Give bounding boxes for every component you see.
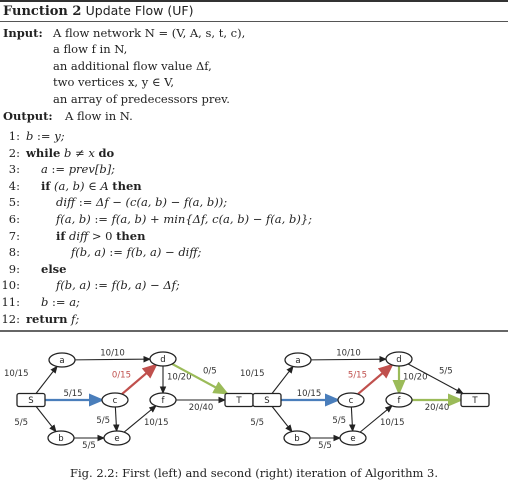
line-number: 2: <box>8 145 20 160</box>
output-label: Output: <box>3 109 53 123</box>
node-label: c <box>113 396 118 406</box>
node-label: a <box>295 356 300 366</box>
code-line: f(a, b) := f(a, b) + min{Δf, c(a, b) − f… <box>56 212 313 226</box>
input-line: an array of predecessors prev. <box>53 92 230 106</box>
edge-label: 5/5 <box>96 416 110 426</box>
node-label: b <box>58 434 63 444</box>
edge-S-a <box>271 365 294 394</box>
edge-label: 10/10 <box>336 349 361 359</box>
edge-c-e <box>348 406 356 433</box>
edge-label: 20/40 <box>189 403 214 413</box>
input-line: A flow network N = (V, A, s, t, c), <box>53 26 246 40</box>
bottom-rule <box>0 330 508 332</box>
line-number: 5: <box>8 195 20 210</box>
code-line: f(b, a) := f(b, a) − diff; <box>71 245 202 260</box>
edge-label: 10/15 <box>4 369 29 379</box>
line-number: 10: <box>1 278 20 293</box>
line-number: 6: <box>8 212 20 226</box>
edge-label: 10/20 <box>403 373 428 383</box>
code-line: while b ≠ x do <box>26 145 115 160</box>
edge-label: 5/5 <box>250 418 264 428</box>
edge-label: 5/5 <box>14 418 28 428</box>
figure-caption: Fig. 2.2: First (left) and second (right… <box>69 466 439 480</box>
line-number: 12: <box>1 311 20 326</box>
edge-label: 5/5 <box>82 441 96 451</box>
line-number: 1: <box>8 129 20 143</box>
input-line: an additional flow value Δf, <box>53 59 212 73</box>
edge-a-d <box>74 355 152 363</box>
edge-S-b <box>271 406 293 433</box>
edge-label: 5/5 <box>318 441 332 451</box>
line-number: 4: <box>8 178 20 193</box>
code-line: diff := Δf − (c(a, b) − f(a, b)); <box>56 195 228 210</box>
edge-label: 10/15 <box>240 369 265 379</box>
node-label: T <box>471 396 478 406</box>
node-label: T <box>235 396 242 406</box>
node-label: S <box>264 396 269 406</box>
code-line: if (a, b) ∈ A then <box>41 178 142 193</box>
code-line: a := prev[b]; <box>41 162 116 177</box>
input-line: two vertices x, y ∈ V, <box>53 75 175 89</box>
code-line: return f; <box>26 311 80 326</box>
edge-S-a <box>35 365 58 394</box>
input-label: Input: <box>3 26 43 40</box>
line-number: 3: <box>8 162 20 177</box>
edge-label: 10/15 <box>144 418 169 428</box>
algorithm-title: Function 2 Update Flow (UF) <box>3 3 193 19</box>
node-label: e <box>114 434 119 444</box>
edge-label: 5/5 <box>332 416 346 426</box>
code-line: else <box>41 261 67 276</box>
algorithm-name: Update Flow (UF) <box>85 3 194 18</box>
node-label: b <box>294 434 299 444</box>
algorithm-label: Function 2 <box>3 4 82 19</box>
edge-label: 0/5 <box>203 367 217 377</box>
edge-a-d <box>310 355 388 363</box>
edge-label: 5/15 <box>348 371 367 381</box>
output-text: A flow in N. <box>65 109 133 123</box>
line-number: 7: <box>8 228 20 243</box>
code-line: b := a; <box>41 295 80 309</box>
line-number: 8: <box>8 245 20 260</box>
line-number: 11: <box>1 295 20 309</box>
edge-label: 10/10 <box>100 349 125 359</box>
edge-label: 5/5 <box>439 367 453 377</box>
node-label: a <box>59 356 64 366</box>
code-line: b := y; <box>26 129 65 143</box>
node-label: d <box>160 355 165 365</box>
top-rule <box>0 0 508 2</box>
edge-label: 0/15 <box>112 371 131 381</box>
edge-c-e <box>112 406 120 433</box>
edge-label: 10/15 <box>297 389 322 399</box>
edge-S-b <box>35 406 57 433</box>
edge-label: 5/15 <box>63 389 82 399</box>
title-rule <box>0 21 508 22</box>
code-line: if diff > 0 then <box>56 228 146 243</box>
edge-label: 20/40 <box>425 403 450 413</box>
edge-label: 10/20 <box>167 373 192 383</box>
input-line: a flow f in N, <box>53 42 128 56</box>
node-label: e <box>350 434 355 444</box>
code-line: f(b, a) := f(b, a) − Δf; <box>56 278 180 293</box>
node-label: c <box>349 396 354 406</box>
node-label: S <box>28 396 33 406</box>
flow-network-figure: 10/15 5/15 5/5 10/10 0/15 5/5 5/5 10/20 0/5 10/15… <box>4 349 490 451</box>
line-number: 9: <box>8 261 20 276</box>
node-label: d <box>396 355 401 365</box>
edge-label: 10/15 <box>380 418 405 428</box>
